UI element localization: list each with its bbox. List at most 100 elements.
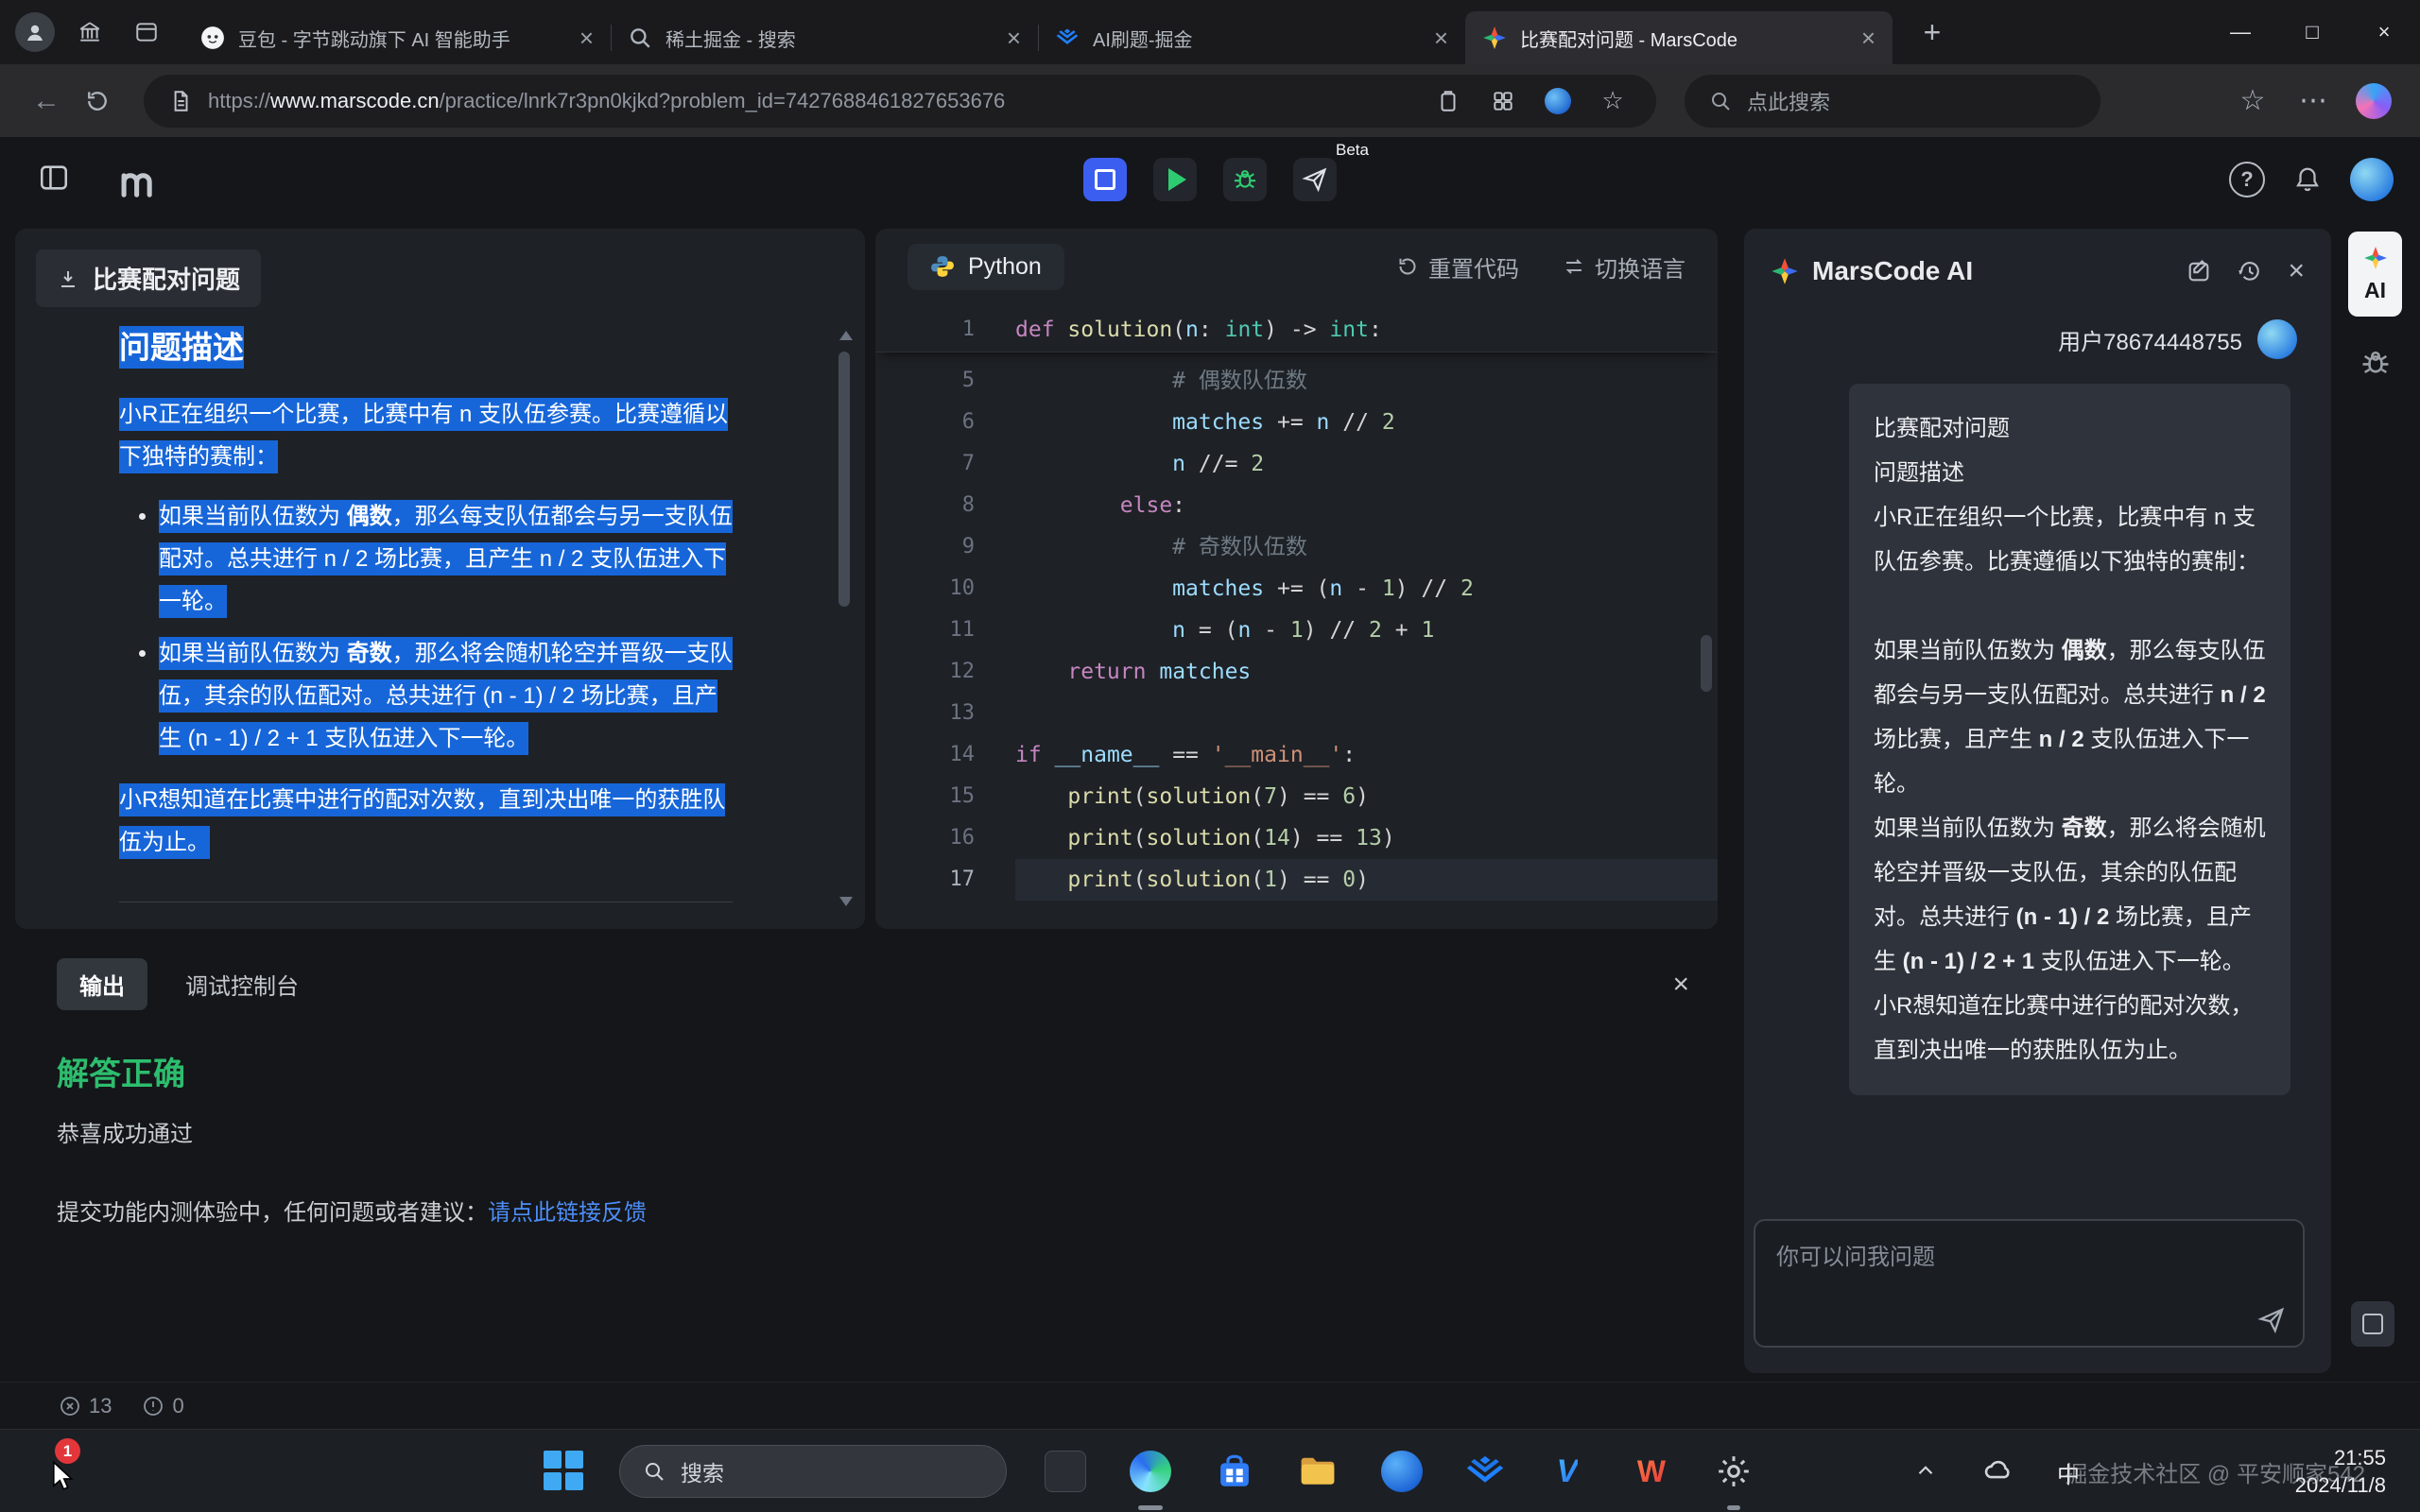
apps-grid-icon[interactable] <box>1484 82 1522 120</box>
code-line[interactable]: 15 print(solution(7) == 6) <box>875 776 1718 817</box>
new-tab-button[interactable]: + <box>1910 15 1955 50</box>
tab-close-icon[interactable]: × <box>1007 26 1021 50</box>
feedback-link[interactable]: 请点此链接反馈 <box>488 1200 647 1226</box>
start-button[interactable] <box>544 1451 585 1492</box>
ai-input-field[interactable] <box>1755 1221 2303 1302</box>
settings-gear-icon[interactable] <box>1709 1447 1758 1496</box>
help-icon[interactable]: ? <box>2229 162 2265 198</box>
code-line[interactable]: 16 print(solution(14) == 13) <box>875 817 1718 859</box>
code-line[interactable]: 12 return matches <box>875 651 1718 693</box>
juejin-favicon-icon <box>1055 26 1080 50</box>
collapse-icon <box>57 267 79 290</box>
browser-tab[interactable]: 比赛配对问题 - MarsCode× <box>1465 11 1893 64</box>
output-close-icon[interactable]: × <box>1672 969 1689 1001</box>
copilot-icon[interactable] <box>2348 76 2399 127</box>
window-maximize-button[interactable]: □ <box>2276 0 2348 64</box>
search-icon <box>643 1460 666 1483</box>
reset-code-button[interactable]: 重置代码 <box>1396 250 1519 284</box>
address-bar[interactable]: https://www.marscode.cn/practice/lnrk7r3… <box>144 75 1656 128</box>
blue-square-button[interactable] <box>1083 158 1127 201</box>
code-line[interactable]: 13 <box>875 693 1718 734</box>
browser-profile-button[interactable] <box>15 12 55 52</box>
code-line[interactable]: 17 print(solution(1) == 0) <box>875 859 1718 901</box>
voov-meeting-icon[interactable]: V <box>1543 1447 1592 1496</box>
favorites-bar-icon[interactable]: ☆ <box>2227 76 2278 127</box>
refresh-button[interactable] <box>72 76 123 127</box>
code-line[interactable]: 9 # 奇数队伍数 <box>875 526 1718 568</box>
juejin-icon[interactable] <box>1461 1447 1510 1496</box>
taskbar-search-box[interactable]: 搜索 <box>619 1445 1007 1498</box>
wps-icon[interactable]: W <box>1627 1447 1676 1496</box>
tray-chevron-up-icon[interactable] <box>1913 1458 1938 1483</box>
tab-close-icon[interactable]: × <box>1434 26 1448 50</box>
window-minimize-button[interactable]: — <box>2204 0 2276 64</box>
code-line[interactable]: 1def solution(n: int) -> int: <box>875 308 1718 352</box>
problem-title-chip[interactable]: 比赛配对问题 <box>36 249 261 307</box>
ime-indicator[interactable]: 中 <box>2057 1456 2080 1489</box>
ai-input-box[interactable] <box>1754 1219 2305 1348</box>
feedback-line: 提交功能内测体验中，任何问题或者建议：请点此链接反馈 <box>57 1194 1718 1227</box>
user-avatar[interactable] <box>2350 158 2394 201</box>
workspaces-icon[interactable] <box>68 10 112 54</box>
bookmark-star-icon[interactable]: ☆ <box>1594 82 1632 120</box>
problem-scrollbar[interactable] <box>835 331 857 906</box>
warnings-counter[interactable]: 0 <box>142 1394 183 1418</box>
browser-tab[interactable]: 稀土掘金 - 搜索× <box>611 11 1038 64</box>
tab-output[interactable]: 输出 <box>57 958 147 1010</box>
sidebar-toggle-icon[interactable] <box>38 162 70 194</box>
browser-tab[interactable]: AI刷题-掘金× <box>1038 11 1465 64</box>
code-line[interactable]: 7 n //= 2 <box>875 443 1718 485</box>
scroll-down-icon[interactable] <box>839 897 853 906</box>
errors-counter[interactable]: 13 <box>59 1394 112 1418</box>
clipboard-icon[interactable] <box>1429 82 1467 120</box>
ai-side-tab[interactable]: AI <box>2348 232 2402 317</box>
microsoft-store-icon[interactable] <box>1210 1447 1259 1496</box>
new-chat-icon[interactable] <box>2186 258 2212 284</box>
ai-close-icon[interactable]: × <box>2288 255 2305 287</box>
beta-badge: Beta <box>1336 141 1369 160</box>
taskbar-clock[interactable]: 21:55 2024/11/8 <box>2295 1444 2386 1499</box>
debug-button[interactable] <box>1223 158 1267 201</box>
tab-actions-icon[interactable] <box>125 10 168 54</box>
language-label: Python <box>968 253 1042 281</box>
tab-debug-console[interactable]: 调试控制台 <box>185 968 299 1001</box>
back-button[interactable]: ← <box>21 76 72 127</box>
file-explorer-icon[interactable] <box>1293 1447 1342 1496</box>
history-icon[interactable] <box>2237 258 2263 284</box>
notification-badge[interactable]: 1 <box>55 1438 80 1464</box>
onedrive-cloud-icon[interactable] <box>1981 1454 2014 1486</box>
browser-tab[interactable]: 豆包 - 字节跳动旗下 AI 智能助手× <box>183 11 611 64</box>
editor-scrollbar-thumb[interactable] <box>1701 635 1712 692</box>
debug-side-icon[interactable] <box>2360 347 2392 379</box>
code-line[interactable]: 14if __name__ == '__main__': <box>875 734 1718 776</box>
window-close-button[interactable]: × <box>2348 0 2420 64</box>
line-number: 17 <box>875 859 975 901</box>
code-line[interactable]: 6 matches += n // 2 <box>875 402 1718 443</box>
extension-icon[interactable] <box>1539 82 1577 120</box>
edge-icon[interactable] <box>1126 1447 1175 1496</box>
scrollbar-thumb[interactable] <box>838 352 850 607</box>
blue-browser-icon[interactable] <box>1377 1447 1426 1496</box>
dark-app-icon[interactable] <box>1041 1447 1090 1496</box>
submit-button[interactable]: Beta <box>1293 158 1337 201</box>
browser-search-box[interactable]: 点此搜索 <box>1685 75 2100 128</box>
more-menu-icon[interactable]: ⋯ <box>2288 76 2339 127</box>
ai-header-icons: × <box>2186 255 2305 287</box>
code-line[interactable]: 10 matches += (n - 1) // 2 <box>875 568 1718 610</box>
run-button[interactable] <box>1153 158 1197 201</box>
bell-icon[interactable] <box>2293 165 2322 194</box>
site-info-icon[interactable] <box>168 89 193 113</box>
tab-close-icon[interactable]: × <box>579 26 594 50</box>
send-icon[interactable] <box>2257 1306 2286 1334</box>
tab-close-icon[interactable]: × <box>1861 26 1876 50</box>
language-chip[interactable]: Python <box>908 244 1064 290</box>
code-line[interactable]: 5 # 偶数队伍数 <box>875 360 1718 402</box>
code-line[interactable]: 11 n = (n - 1) // 2 + 1 <box>875 610 1718 651</box>
url-text[interactable]: https://www.marscode.cn/practice/lnrk7r3… <box>208 89 1412 113</box>
code-editor[interactable]: 1def solution(n: int) -> int: 5 # 偶数队伍数6 … <box>875 308 1718 929</box>
panel-toggle-button[interactable] <box>2351 1301 2394 1347</box>
paper-plane-icon <box>1302 166 1328 193</box>
switch-language-button[interactable]: 切换语言 <box>1563 250 1685 284</box>
code-line[interactable]: 8 else: <box>875 485 1718 526</box>
scroll-up-icon[interactable] <box>839 331 853 340</box>
